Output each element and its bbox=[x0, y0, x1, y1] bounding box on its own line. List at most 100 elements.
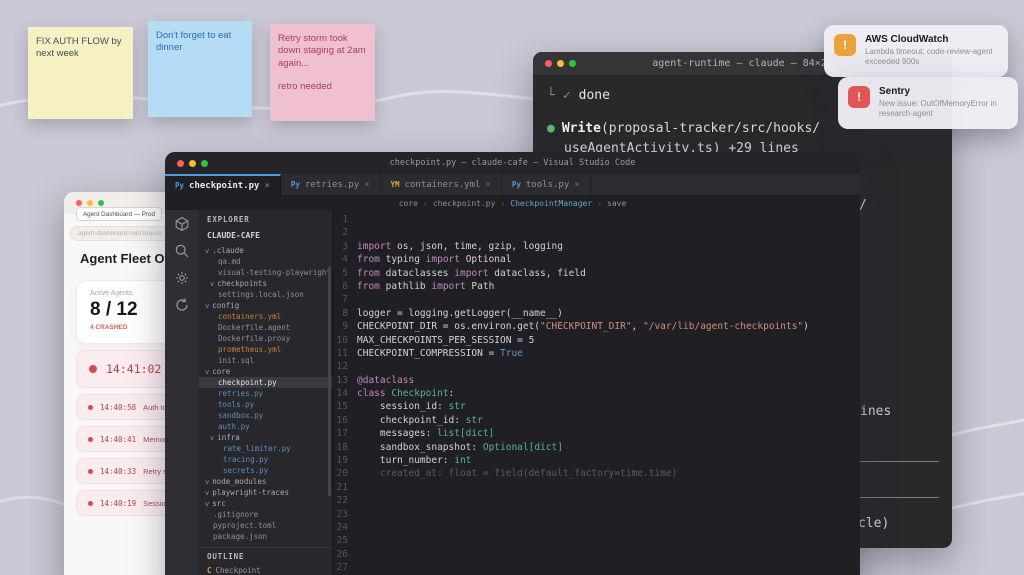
code-editor[interactable]: 123import os, json, time, gzip, logging4… bbox=[333, 210, 860, 575]
tree-item-infra[interactable]: vinfra bbox=[199, 432, 332, 443]
code-line: 16 checkpoint_id: str bbox=[333, 414, 860, 427]
chevron-down-icon: v bbox=[210, 434, 214, 442]
explorer-scrollbar[interactable] bbox=[328, 266, 331, 496]
search-icon[interactable] bbox=[174, 243, 190, 259]
tree-item-init.sql[interactable]: init.sql bbox=[199, 355, 332, 366]
minimize-button[interactable] bbox=[557, 60, 564, 67]
tree-item-auth.py[interactable]: auth.py bbox=[199, 421, 332, 432]
tab-checkpoint.py[interactable]: Pycheckpoint.py× bbox=[165, 174, 281, 195]
sticky-note[interactable]: Retry storm took down staging at 2am aga… bbox=[270, 24, 375, 121]
tree-item-containers.yml[interactable]: containers.yml bbox=[199, 311, 332, 322]
tree-item-tools.py[interactable]: tools.py bbox=[199, 399, 332, 410]
code-text: @dataclass bbox=[357, 374, 414, 387]
tree-item-checkpoint.py[interactable]: checkpoint.py bbox=[199, 377, 332, 388]
tree-item-pyproject.toml[interactable]: pyproject.toml bbox=[199, 520, 332, 531]
breadcrumb-item-save[interactable]: save bbox=[607, 199, 626, 208]
tree-item-label: Dockerfile.proxy bbox=[218, 334, 290, 343]
alert-dot-icon bbox=[88, 501, 93, 506]
breadcrumb-item-core[interactable]: core bbox=[399, 199, 418, 208]
explorer-cube-icon[interactable] bbox=[174, 216, 190, 232]
maximize-button[interactable] bbox=[569, 60, 576, 67]
tree-item-node_modules[interactable]: vnode_modules bbox=[199, 476, 332, 487]
minimize-button[interactable] bbox=[87, 200, 93, 206]
tree-item-config[interactable]: vconfig bbox=[199, 300, 332, 311]
alert-dot-icon bbox=[88, 405, 93, 410]
sticky-note[interactable]: FIX AUTH FLOW by next week bbox=[28, 27, 133, 119]
line-number: 16 bbox=[333, 414, 357, 427]
tree-item-label: init.sql bbox=[218, 356, 254, 365]
line-number: 17 bbox=[333, 427, 357, 440]
code-token: messages: bbox=[357, 428, 437, 439]
code-line: 17 messages: list[dict] bbox=[333, 427, 860, 440]
browser-tab[interactable]: Agent Dashboard — Prod bbox=[76, 207, 162, 221]
tree-item-prometheus.yml[interactable]: prometheus.yml bbox=[199, 344, 332, 355]
sticky-note-text: Don't forget to eat dinner bbox=[156, 30, 244, 55]
tab-label: containers.yml bbox=[405, 180, 481, 190]
line-number: 1 bbox=[333, 213, 357, 226]
tree-item-src[interactable]: vsrc bbox=[199, 498, 332, 509]
tab-label: checkpoint.py bbox=[189, 181, 259, 191]
tree-item-package.json[interactable]: package.json bbox=[199, 531, 332, 542]
done-label: done bbox=[579, 88, 610, 103]
tab-containers.yml[interactable]: YMcontainers.yml× bbox=[381, 174, 502, 195]
close-icon[interactable]: × bbox=[574, 180, 579, 190]
alert-time: 14:40:33 bbox=[100, 467, 136, 476]
tree-item-tracing.py[interactable]: tracing.py bbox=[199, 454, 332, 465]
tree-item-.claude[interactable]: v.claude bbox=[199, 245, 332, 256]
tree-item-label: config bbox=[212, 301, 239, 310]
code-token: os, json, time, gzip, logging bbox=[391, 241, 563, 252]
close-icon[interactable]: × bbox=[485, 180, 490, 190]
tree-item-secrets.py[interactable]: secrets.py bbox=[199, 465, 332, 476]
close-button[interactable] bbox=[177, 160, 184, 167]
code-line: 21 bbox=[333, 481, 860, 494]
tree-item-rate_limiter.py[interactable]: rate_limiter.py bbox=[199, 443, 332, 454]
close-button[interactable] bbox=[76, 200, 82, 206]
close-icon[interactable]: × bbox=[364, 180, 369, 190]
tree-item-checkpoints[interactable]: vcheckpoints bbox=[199, 278, 332, 289]
code-line: 18 sandbox_snapshot: Optional[dict] bbox=[333, 441, 860, 454]
code-token: import bbox=[426, 254, 460, 265]
notification-toast[interactable]: !SentryNew issue: OutOfMemoryError in re… bbox=[838, 77, 1018, 129]
alert-time: 14:40:58 bbox=[100, 403, 136, 412]
tab-retries.py[interactable]: Pyretries.py× bbox=[281, 174, 381, 195]
tree-item-label: sandbox.py bbox=[218, 411, 263, 420]
alert-dot-icon bbox=[88, 469, 93, 474]
tab-tools.py[interactable]: Pytools.py× bbox=[502, 174, 591, 195]
sun-icon[interactable] bbox=[174, 270, 190, 286]
tree-item-.gitignore[interactable]: .gitignore bbox=[199, 509, 332, 520]
tree-item-qa.md[interactable]: qa.md bbox=[199, 256, 332, 267]
chevron-down-icon: v bbox=[205, 500, 209, 508]
breadcrumb-item-checkpoint.py[interactable]: checkpoint.py bbox=[433, 199, 496, 208]
line-number: 11 bbox=[333, 347, 357, 360]
sync-icon[interactable] bbox=[174, 297, 190, 313]
outline-item-Checkpoint[interactable]: CCheckpoint bbox=[199, 565, 332, 575]
code-line: 7 bbox=[333, 293, 860, 306]
code-token: Optional bbox=[460, 254, 511, 265]
notification-toast[interactable]: !AWS CloudWatchLambda timeout: code-revi… bbox=[824, 25, 1008, 77]
maximize-button[interactable] bbox=[201, 160, 208, 167]
code-text: CHECKPOINT_DIR = os.environ.get("CHECKPO… bbox=[357, 320, 809, 333]
close-icon[interactable]: × bbox=[264, 181, 269, 191]
tree-item-playwright-traces[interactable]: vplaywright-traces bbox=[199, 487, 332, 498]
chevron-down-icon: v bbox=[205, 302, 209, 310]
workspace-name: CLAUDE-CAFE bbox=[199, 231, 332, 245]
tree-item-visual-testing-playwright..[interactable]: visual-testing-playwright.. bbox=[199, 267, 332, 278]
maximize-button[interactable] bbox=[98, 200, 104, 206]
tree-item-label: containers.yml bbox=[218, 312, 281, 321]
sticky-note[interactable]: Don't forget to eat dinner bbox=[148, 21, 252, 117]
tree-item-settings.local.json[interactable]: settings.local.json bbox=[199, 289, 332, 300]
line-number: 6 bbox=[333, 280, 357, 293]
tree-item-retries.py[interactable]: retries.py bbox=[199, 388, 332, 399]
close-button[interactable] bbox=[545, 60, 552, 67]
symbol-kind-icon: C bbox=[207, 566, 212, 575]
tree-item-Dockerfile.agent[interactable]: Dockerfile.agent bbox=[199, 322, 332, 333]
tree-item-Dockerfile.proxy[interactable]: Dockerfile.proxy bbox=[199, 333, 332, 344]
code-text: class Checkpoint: bbox=[357, 387, 454, 400]
minimize-button[interactable] bbox=[189, 160, 196, 167]
breadcrumb-item-CheckpointManager[interactable]: CheckpointManager bbox=[510, 199, 592, 208]
tree-item-core[interactable]: vcore bbox=[199, 366, 332, 377]
tree-item-sandbox.py[interactable]: sandbox.py bbox=[199, 410, 332, 421]
outline-list: CCheckpointCCheckpointManagerfsave bbox=[199, 565, 332, 575]
code-line: 22 bbox=[333, 494, 860, 507]
code-token: checkpoint_id: bbox=[357, 415, 466, 426]
